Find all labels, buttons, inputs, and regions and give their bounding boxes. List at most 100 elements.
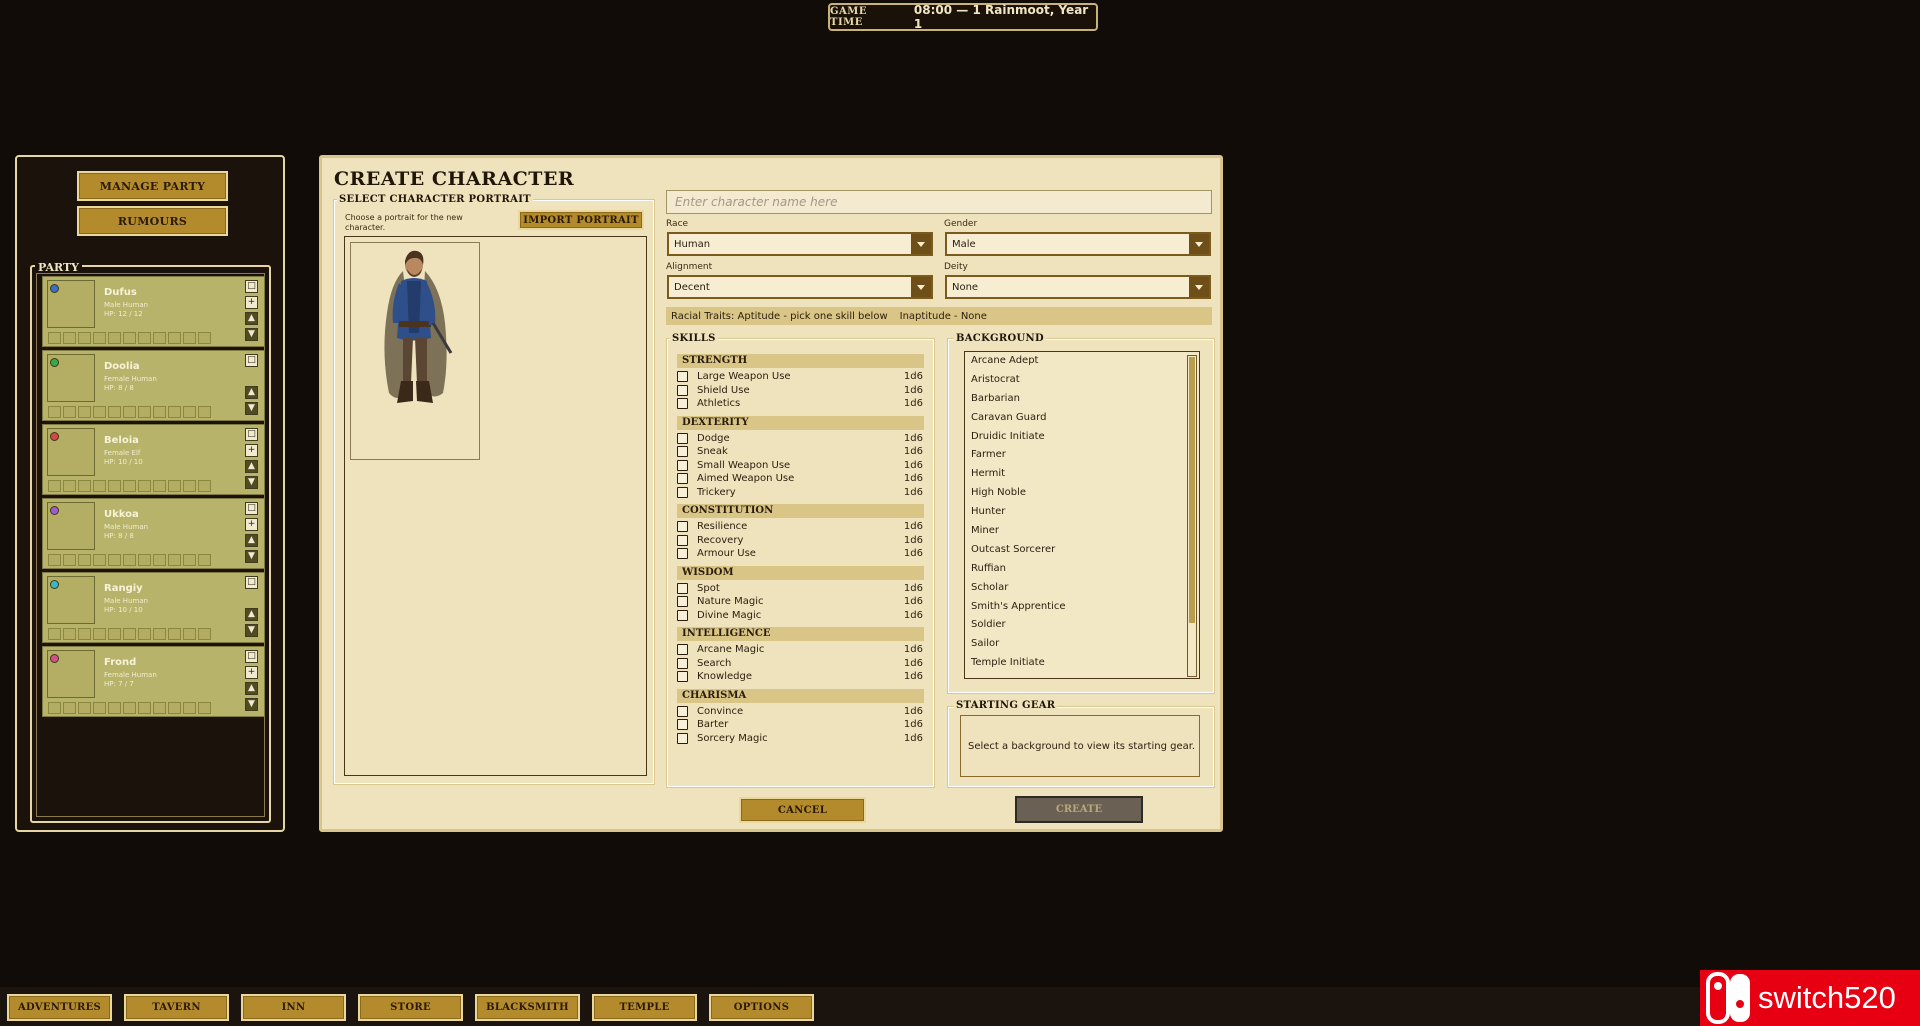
background-item[interactable]: Smith's Apprentice (965, 598, 1199, 617)
scrollbar-thumb[interactable] (1189, 357, 1195, 623)
inventory-slot[interactable] (168, 628, 181, 640)
create-button[interactable]: CREATE (1015, 796, 1143, 823)
skill-row[interactable]: Athletics 1d6 (677, 397, 924, 411)
nav-options-button[interactable]: OPTIONS (709, 994, 814, 1021)
skill-row[interactable]: Convince 1d6 (677, 705, 924, 719)
skill-checkbox[interactable] (677, 384, 688, 396)
cancel-button[interactable]: CANCEL (739, 797, 866, 823)
party-member-card[interactable]: Doolia Female Human HP: 8 / 8 □ ▲ ▼ (42, 350, 265, 421)
party-member-card[interactable]: Beloia Female Elf HP: 10 / 10 □ + ▲ ▼ (42, 424, 265, 495)
skill-row[interactable]: Aimed Weapon Use 1d6 (677, 472, 924, 486)
skill-row[interactable]: Arcane Magic 1d6 (677, 643, 924, 657)
inventory-slot[interactable] (93, 702, 106, 714)
skill-checkbox[interactable] (677, 719, 688, 731)
skill-checkbox[interactable] (677, 473, 688, 485)
skill-checkbox[interactable] (677, 657, 688, 669)
inventory-slot[interactable] (153, 554, 166, 566)
background-item[interactable]: Druidic Initiate (965, 428, 1199, 447)
inventory-slot[interactable] (108, 406, 121, 418)
background-item[interactable]: Miner (965, 522, 1199, 541)
skill-checkbox[interactable] (677, 534, 688, 546)
skill-row[interactable]: Divine Magic 1d6 (677, 609, 924, 623)
notes-icon[interactable]: □ (245, 502, 258, 515)
inventory-slot[interactable] (78, 406, 91, 418)
inventory-slot[interactable] (138, 554, 151, 566)
inventory-slot[interactable] (168, 480, 181, 492)
skill-row[interactable]: Search 1d6 (677, 657, 924, 671)
inventory-slot[interactable] (168, 332, 181, 344)
nav-tavern-button[interactable]: TAVERN (124, 994, 229, 1021)
background-item[interactable]: Caravan Guard (965, 409, 1199, 428)
inventory-slot[interactable] (48, 628, 61, 640)
inventory-slot[interactable] (123, 628, 136, 640)
party-member-card[interactable]: Dufus Male Human HP: 12 / 12 □ + ▲ ▼ (42, 276, 265, 347)
skill-checkbox[interactable] (677, 432, 688, 444)
skill-checkbox[interactable] (677, 371, 688, 383)
background-item[interactable]: Hunter (965, 503, 1199, 522)
inventory-slot[interactable] (168, 702, 181, 714)
skill-row[interactable]: Sorcery Magic 1d6 (677, 732, 924, 746)
arrow-down-icon[interactable]: ▼ (245, 328, 258, 341)
arrow-down-icon[interactable]: ▼ (245, 624, 258, 637)
notes-icon[interactable]: □ (245, 650, 258, 663)
background-scrollbar[interactable] (1187, 355, 1197, 677)
background-item[interactable]: Barbarian (965, 390, 1199, 409)
skill-row[interactable]: Recovery 1d6 (677, 534, 924, 548)
inventory-slot[interactable] (183, 480, 196, 492)
background-item[interactable]: Scholar (965, 579, 1199, 598)
arrow-down-icon[interactable]: ▼ (245, 476, 258, 489)
inventory-slot[interactable] (153, 480, 166, 492)
skill-row[interactable]: Knowledge 1d6 (677, 670, 924, 684)
nav-temple-button[interactable]: TEMPLE (592, 994, 697, 1021)
inventory-slot[interactable] (123, 406, 136, 418)
skill-row[interactable]: Spot 1d6 (677, 582, 924, 596)
inventory-slot[interactable] (78, 554, 91, 566)
arrow-up-icon[interactable]: ▲ (245, 608, 258, 621)
arrow-up-icon[interactable]: ▲ (245, 534, 258, 547)
background-item[interactable]: Outcast Sorcerer (965, 541, 1199, 560)
inventory-slot[interactable] (183, 702, 196, 714)
alignment-select[interactable]: Decent (667, 275, 933, 299)
deity-select[interactable]: None (945, 275, 1211, 299)
nav-adventures-button[interactable]: ADVENTURES (7, 994, 112, 1021)
skill-row[interactable]: Dodge 1d6 (677, 432, 924, 446)
notes-icon[interactable]: □ (245, 576, 258, 589)
inventory-slot[interactable] (123, 332, 136, 344)
inventory-slot[interactable] (138, 628, 151, 640)
inventory-slot[interactable] (198, 554, 211, 566)
nav-inn-button[interactable]: INN (241, 994, 346, 1021)
skill-row[interactable]: Armour Use 1d6 (677, 547, 924, 561)
skill-checkbox[interactable] (677, 521, 688, 533)
skill-checkbox[interactable] (677, 609, 688, 621)
inventory-slot[interactable] (93, 628, 106, 640)
background-item[interactable]: Arcane Adept (965, 352, 1199, 371)
inventory-slot[interactable] (198, 480, 211, 492)
inventory-slot[interactable] (108, 480, 121, 492)
inventory-slot[interactable] (93, 332, 106, 344)
skill-checkbox[interactable] (677, 446, 688, 458)
skill-row[interactable]: Resilience 1d6 (677, 520, 924, 534)
inventory-slot[interactable] (63, 628, 76, 640)
inventory-slot[interactable] (63, 554, 76, 566)
notes-icon[interactable]: □ (245, 428, 258, 441)
inventory-slot[interactable] (153, 628, 166, 640)
inventory-slot[interactable] (183, 628, 196, 640)
race-select[interactable]: Human (667, 232, 933, 256)
import-portrait-button[interactable]: IMPORT PORTRAIT (518, 210, 644, 230)
inventory-slot[interactable] (78, 702, 91, 714)
inventory-slot[interactable] (183, 406, 196, 418)
inventory-slot[interactable] (63, 480, 76, 492)
skill-checkbox[interactable] (677, 596, 688, 608)
arrow-up-icon[interactable]: ▲ (245, 386, 258, 399)
arrow-down-icon[interactable]: ▼ (245, 550, 258, 563)
arrow-up-icon[interactable]: ▲ (245, 460, 258, 473)
inventory-slot[interactable] (153, 332, 166, 344)
inventory-slot[interactable] (48, 554, 61, 566)
inventory-slot[interactable] (198, 702, 211, 714)
skill-checkbox[interactable] (677, 398, 688, 410)
skill-checkbox[interactable] (677, 582, 688, 594)
inventory-slot[interactable] (48, 406, 61, 418)
plus-icon[interactable]: + (245, 444, 258, 457)
nav-store-button[interactable]: STORE (358, 994, 463, 1021)
skill-checkbox[interactable] (677, 486, 688, 498)
